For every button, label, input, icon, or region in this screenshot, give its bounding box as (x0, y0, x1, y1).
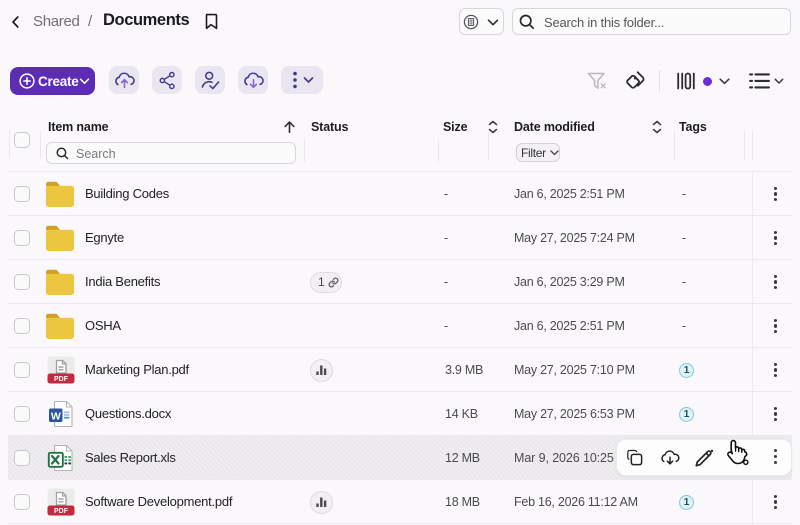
svg-text:W: W (51, 410, 61, 422)
svg-text:PDF: PDF (54, 376, 69, 383)
svg-text:PDF: PDF (54, 508, 69, 515)
